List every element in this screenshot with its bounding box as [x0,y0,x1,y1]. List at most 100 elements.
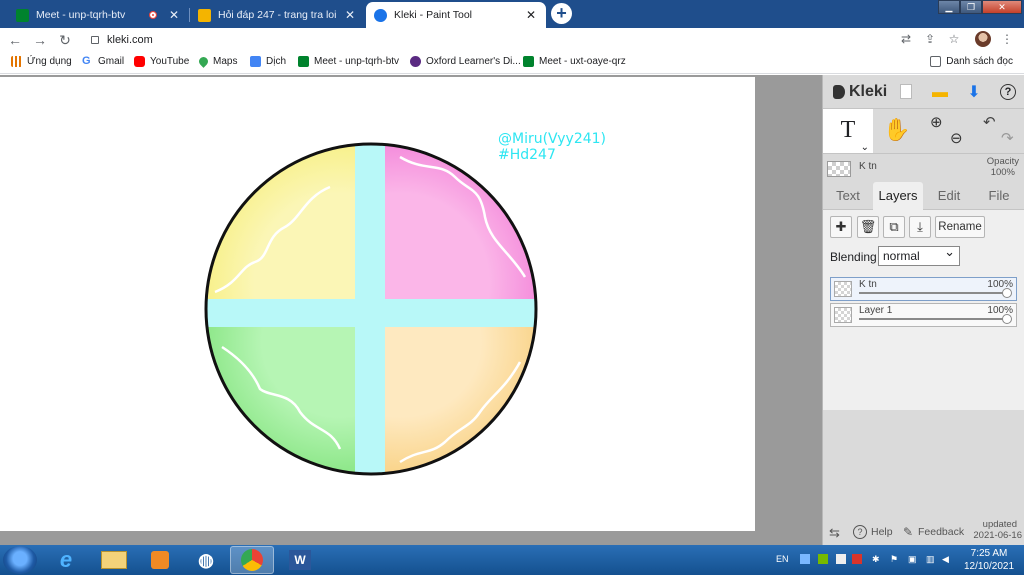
bookmark-oxford[interactable]: Oxford Learner's Di... [410,56,521,67]
bookmark-star-icon[interactable]: ☆ [946,32,962,46]
bookmark-gmail[interactable]: G Gmail [82,56,124,67]
back-icon[interactable]: ← [6,31,24,49]
lock-icon [91,36,99,44]
bluetooth-icon[interactable]: ✱ [872,554,880,565]
start-button[interactable] [3,546,37,574]
text-tool-icon[interactable]: T ⌄ [823,109,873,153]
tool-row: T ⌄ ✋ ⊕ ⊖ ↶ ↷ [823,108,1024,154]
forward-icon[interactable]: → [31,31,49,49]
tab-kleki[interactable]: Kleki - Paint Tool ✕ [366,2,546,28]
restore-window-button[interactable]: ❐ [960,0,982,14]
help-link[interactable]: Help [871,526,893,538]
layer-opacity-slider[interactable] [859,318,1006,320]
bookmark-youtube[interactable]: YouTube [134,56,189,67]
blending-select[interactable]: normal [878,243,960,266]
help-icon[interactable]: ? [1000,84,1016,100]
swap-side-icon[interactable]: ⇆ [829,525,840,541]
opacity-label: Opacity [986,156,1019,167]
updated-date: 2021-06-16 [973,530,1022,541]
recording-indicator-icon [149,11,157,19]
volume-icon[interactable]: ◀ [942,554,949,565]
cross-horizontal [206,299,536,327]
tab-title: Meet - unp-tqrh-btv [36,9,126,21]
tab-file[interactable]: File [977,182,1021,210]
layer-row[interactable]: K tn 100% [830,277,1017,301]
bookmark-meet-1[interactable]: Meet - unp-tqrh-btv [298,56,399,67]
hand-tool-icon[interactable]: ✋ [883,117,910,143]
tab-edit[interactable]: Edit [927,182,971,210]
slider-knob[interactable] [1002,288,1012,298]
language-indicator[interactable]: EN [776,554,789,564]
slider-knob[interactable] [1002,314,1012,324]
reading-list-button[interactable]: Danh sách đọc [930,56,1013,67]
oxford-icon [410,56,421,67]
duplicate-layer-button[interactable]: ⧉ [883,216,905,238]
network-icon[interactable]: ▥ [926,554,935,565]
close-tab-icon[interactable]: ✕ [343,8,357,22]
drawing-canvas[interactable]: @Miru(Vyy241) #Hd247 [0,77,755,531]
watermark-name: @Miru(Vyy241) [498,131,606,147]
bookmark-maps[interactable]: Maps [197,55,237,68]
minimize-window-button[interactable]: ▁ [938,0,960,14]
layer-opacity-slider[interactable] [859,292,1006,294]
new-image-icon[interactable] [900,84,912,99]
utility-app-icon[interactable]: ◍ [184,546,228,574]
merge-layer-button[interactable]: ⤓ [909,216,931,238]
meet-favicon-icon [16,8,29,22]
bookmark-apps[interactable]: Ứng dụng [11,56,72,67]
tab-text[interactable]: Text [827,182,869,210]
meet-icon [523,56,534,67]
file-explorer-icon[interactable] [92,546,136,574]
undo-icon[interactable]: ↶ [983,113,996,131]
zoom-in-icon[interactable]: ⊕ [930,113,943,131]
remote-icon[interactable]: ▣ [908,554,917,565]
tab-hoidap[interactable]: Hỏi đáp 247 - trang tra loi ✕ [190,2,365,28]
share-icon[interactable]: ⇪ [922,32,938,46]
nvidia-icon[interactable] [818,554,828,564]
layer-thumbnail [834,307,852,323]
tray-app-icon[interactable] [800,554,810,564]
translate-page-icon[interactable]: ⇄ [898,32,914,46]
artwork: @Miru(Vyy241) #Hd247 [204,131,606,476]
layer-name: K tn [859,279,877,290]
profile-avatar[interactable] [975,31,991,47]
add-layer-button[interactable]: ✚ [830,216,852,238]
flag-icon[interactable]: ⚑ [890,554,898,565]
redo-icon[interactable]: ↷ [1001,129,1014,147]
layers-panel: ✚ 🗑 ⧉ ⤓ Rename Blending normal K tn 100%… [823,210,1024,410]
rename-layer-button[interactable]: Rename [935,216,985,238]
system-clock[interactable]: 7:25 AM 12/10/2021 [958,547,1020,573]
bookmark-translate[interactable]: Dịch [250,56,286,67]
address-bar[interactable]: kleki.com [84,29,1020,51]
bookmark-meet-2[interactable]: Meet - uxt-oaye-qrz [523,56,626,67]
kleki-logo-icon [833,85,845,99]
new-tab-button[interactable]: + [551,3,572,24]
layer-row[interactable]: Layer 1 100% [830,303,1017,327]
delete-layer-button[interactable]: 🗑 [857,216,879,238]
antivirus-icon[interactable] [852,554,862,564]
zoom-out-icon[interactable]: ⊖ [950,129,963,147]
tab-meet[interactable]: Meet - unp-tqrh-btv ✕ [8,2,189,28]
updated-label: updated [982,519,1017,530]
kleki-brand: Kleki [849,83,888,100]
download-icon[interactable]: ⬇ [965,84,983,102]
green-quadrant [206,327,355,474]
tab-layers[interactable]: Layers [873,182,923,210]
media-player-icon[interactable] [138,546,182,574]
tool-options-chevron-icon[interactable]: ⌄ [861,143,869,153]
close-window-button[interactable]: ✕ [982,0,1022,14]
reload-icon[interactable]: ↻ [56,31,74,49]
close-tab-icon[interactable]: ✕ [167,8,181,22]
chrome-icon[interactable] [230,546,274,574]
clock-date: 12/10/2021 [963,561,1015,572]
feedback-link[interactable]: Feedback [918,526,964,538]
layer-name: Layer 1 [859,305,893,316]
internet-explorer-icon[interactable]: e [44,546,88,574]
word-icon[interactable]: W [278,546,322,574]
panel-footer: ⇆ ? Help ✎ Feedback updated 2021-06-16 [823,519,1024,545]
browser-tab-strip: Meet - unp-tqrh-btv ✕ Hỏi đáp 247 - tran… [0,0,1024,28]
menu-kebab-icon[interactable]: ⋮ [999,32,1015,46]
close-tab-icon[interactable]: ✕ [524,8,538,22]
save-icon[interactable]: ▬ [931,84,949,102]
tray-app-icon[interactable] [836,554,846,564]
